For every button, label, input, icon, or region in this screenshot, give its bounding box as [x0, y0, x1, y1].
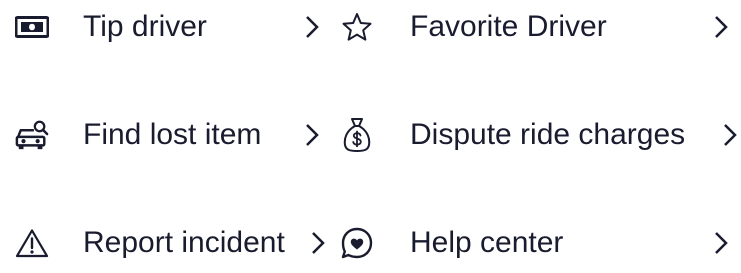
menu-item-report-incident[interactable]: Report incident [0, 213, 330, 273]
menu-item-label: Dispute ride charges [410, 118, 686, 151]
warning-triangle-icon [15, 213, 49, 273]
menu-item-favorite-driver[interactable]: Favorite Driver [340, 0, 740, 57]
menu-item-label: Report incident [83, 226, 285, 259]
menu-item-help-center[interactable]: Help center [340, 213, 740, 273]
heart-chat-icon [340, 213, 374, 273]
chevron-right-icon [711, 213, 731, 273]
chevron-right-icon [302, 0, 322, 57]
menu-item-label: Tip driver [83, 10, 207, 43]
star-outline-icon [340, 0, 374, 57]
cash-icon [15, 0, 49, 57]
menu-item-label: Find lost item [83, 118, 262, 151]
chevron-right-icon [711, 0, 731, 57]
car-search-icon [15, 105, 49, 165]
menu-item-label: Help center [410, 226, 564, 259]
chevron-right-icon [720, 105, 740, 165]
chevron-right-icon [308, 213, 328, 273]
chevron-right-icon [302, 105, 322, 165]
menu-item-tip-driver[interactable]: Tip driver [0, 0, 330, 57]
menu-item-dispute-ride-charges[interactable]: Dispute ride charges [340, 105, 740, 165]
menu-item-find-lost-item[interactable]: Find lost item [0, 105, 330, 165]
menu-item-label: Favorite Driver [410, 10, 607, 43]
money-bag-icon [340, 105, 374, 165]
